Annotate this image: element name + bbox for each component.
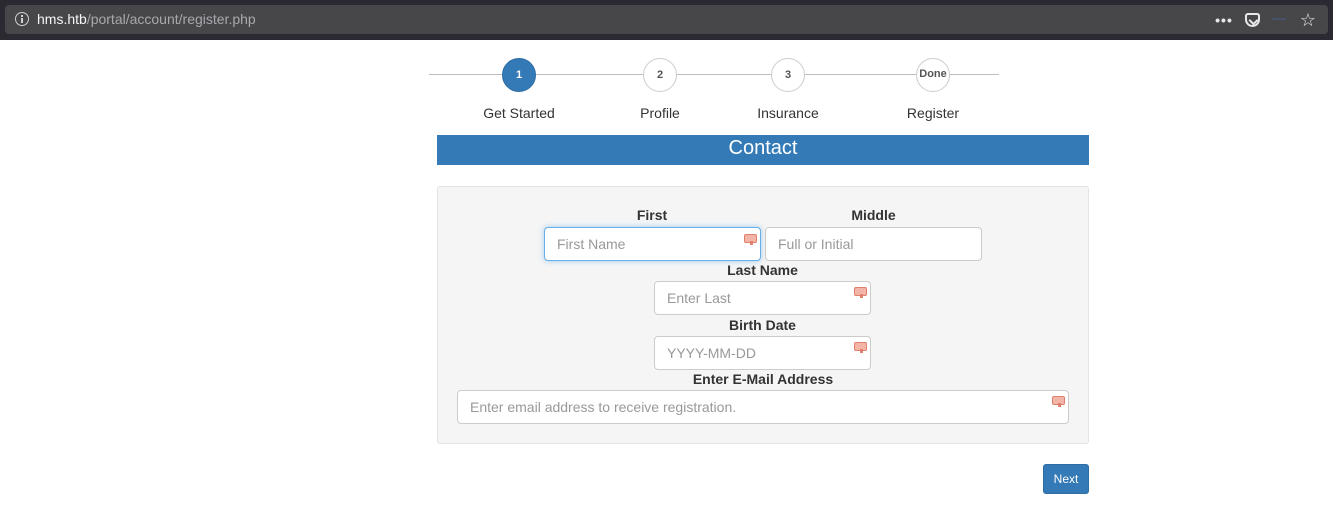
step-register: Done Register	[863, 58, 1003, 122]
extension-icon[interactable]: ~~~	[1272, 15, 1288, 25]
middle-name-label: Middle	[851, 207, 896, 223]
step-label: Get Started	[483, 105, 555, 121]
email-input[interactable]	[457, 390, 1069, 424]
info-icon[interactable]	[15, 12, 29, 26]
url-host: hms.htb	[37, 11, 87, 27]
middle-name-input[interactable]	[765, 227, 982, 261]
step-insurance: 3 Insurance	[718, 58, 858, 122]
contact-form-panel: First Middle Last Name Birth Date Enter …	[437, 186, 1089, 444]
bookmark-star-icon[interactable]: ☆	[1300, 11, 1316, 29]
password-manager-icon[interactable]	[744, 234, 757, 245]
registration-stepper: 1 Get Started 2 Profile 3 Insurance Done…	[429, 58, 999, 128]
first-name-input[interactable]	[544, 227, 761, 261]
email-label: Enter E-Mail Address	[692, 371, 834, 387]
birth-date-input[interactable]	[654, 336, 871, 370]
step-number: 3	[771, 58, 805, 92]
step-label: Register	[906, 105, 960, 121]
step-number: 2	[643, 58, 677, 92]
step-get-started: 1 Get Started	[449, 58, 589, 122]
url-text[interactable]: hms.htb/portal/account/register.php	[37, 11, 256, 28]
pocket-icon[interactable]	[1244, 13, 1260, 27]
browser-toolbar: hms.htb/portal/account/register.php ••• …	[0, 0, 1333, 40]
step-number: Done	[916, 58, 950, 92]
birth-date-label: Birth Date	[729, 317, 796, 333]
password-manager-icon[interactable]	[1052, 396, 1065, 407]
more-actions-icon[interactable]: •••	[1215, 12, 1233, 28]
next-button[interactable]: Next	[1043, 464, 1089, 494]
step-label: Profile	[640, 105, 680, 121]
section-title: Contact	[437, 135, 1089, 165]
url-path: /portal/account/register.php	[86, 11, 256, 27]
address-bar[interactable]: hms.htb/portal/account/register.php ••• …	[5, 5, 1328, 34]
step-profile: 2 Profile	[590, 58, 730, 122]
last-name-label: Last Name	[727, 262, 798, 278]
step-number: 1	[502, 58, 536, 92]
password-manager-icon[interactable]	[854, 342, 867, 353]
last-name-input[interactable]	[654, 281, 871, 315]
password-manager-icon[interactable]	[854, 287, 867, 298]
address-bar-actions: ••• ~~~ ☆	[1215, 10, 1316, 30]
first-name-label: First	[636, 207, 668, 223]
step-label: Insurance	[757, 105, 819, 121]
